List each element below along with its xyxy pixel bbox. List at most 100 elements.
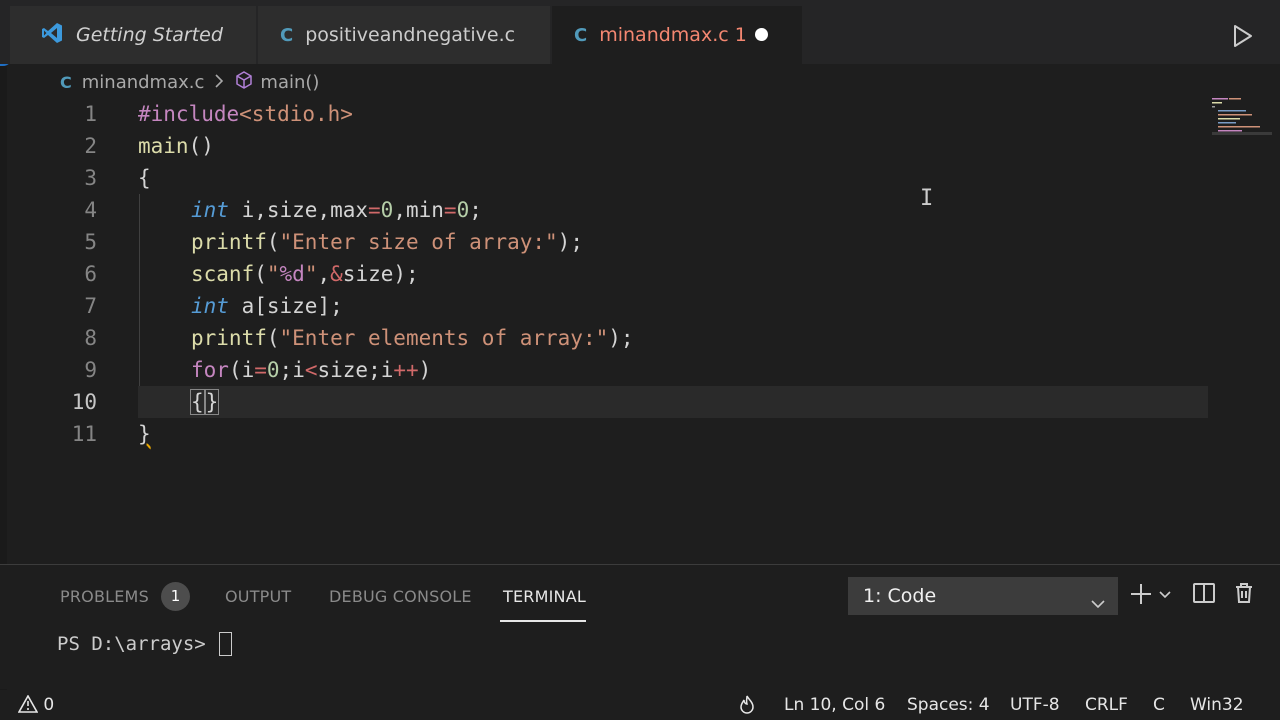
warnings-count: 0 [43, 695, 55, 715]
code-line[interactable]: 4 int i,size,max=0,min=0; [0, 194, 1210, 226]
token: ) [418, 358, 432, 382]
terminal-select[interactable]: 1: Code [848, 577, 1118, 615]
terminal-cursor [219, 632, 232, 656]
breadcrumb: C minandmax.c main() [60, 68, 319, 96]
c-file-icon: C [60, 72, 72, 92]
token: { [138, 166, 151, 190]
token: %d [279, 262, 305, 286]
chevron-down-icon [1090, 587, 1106, 625]
tab-terminal[interactable]: TERMINAL [503, 587, 586, 606]
token: <stdio.h> [239, 102, 353, 126]
code-line[interactable]: 8 printf("Enter elements of array:"); [0, 322, 1210, 354]
token: { [190, 389, 205, 415]
play-icon [1234, 25, 1252, 47]
bottom-panel: PROBLEMS 1 OUTPUT DEBUG CONSOLE TERMINAL… [0, 564, 1280, 689]
token: & [330, 262, 343, 286]
warning-icon [17, 694, 39, 713]
active-tab-underline [500, 620, 586, 622]
tab-label: Getting Started [76, 24, 223, 46]
split-icon [1193, 583, 1215, 603]
token: size); [342, 262, 419, 286]
tab-getting-started[interactable]: Getting Started [10, 6, 256, 64]
vscode-logo-icon [40, 21, 64, 50]
code-line[interactable]: 9 for(i=0;i<size;i++) [0, 354, 1210, 386]
token: 0 [266, 358, 280, 382]
line-number: 5 [84, 230, 97, 254]
token: 0 [380, 198, 394, 222]
indentation[interactable]: Spaces: 4 [907, 695, 990, 715]
chevron-down-icon [1159, 591, 1171, 599]
token: (i [228, 358, 255, 382]
line-number: 7 [84, 294, 97, 318]
line-code: for(i=0;i<size;i++) [191, 354, 431, 386]
line-number: 1 [84, 102, 97, 126]
token: " [304, 262, 318, 286]
platform-config[interactable]: Win32 [1190, 695, 1244, 715]
token: a[size]; [228, 294, 343, 318]
token: for [191, 358, 229, 382]
language-mode[interactable]: C [1153, 695, 1165, 715]
breadcrumb-symbol[interactable]: main() [260, 72, 319, 93]
token: ( [266, 230, 280, 254]
split-terminal-button[interactable] [1192, 581, 1216, 609]
token: ); [608, 326, 634, 350]
flame-icon[interactable] [738, 695, 756, 720]
code-line-active[interactable]: 10 {} [0, 386, 1210, 418]
tab-minandmax[interactable]: C minandmax.c 1 [552, 6, 802, 64]
tab-label: positiveandnegative.c [305, 24, 516, 46]
status-bar: 0 Ln 10, Col 6 Spaces: 4 UTF-8 CRLF C Wi… [0, 690, 1280, 720]
code-line[interactable]: 5 printf("Enter size of array:"); [0, 226, 1210, 258]
line-code: printf("Enter elements of array:"); [191, 322, 634, 354]
token: ( [266, 326, 280, 350]
line-code: int a[size]; [191, 290, 343, 322]
symbol-method-icon [234, 70, 254, 95]
tab-positiveandnegative[interactable]: C positiveandnegative.c [258, 6, 550, 64]
token: = [254, 358, 267, 382]
mouse-ibeam-cursor-icon: I [920, 186, 934, 211]
line-code: #include<stdio.h> [138, 98, 353, 130]
encoding[interactable]: UTF-8 [1010, 695, 1060, 715]
minimap[interactable] [1212, 96, 1272, 136]
c-file-icon: C [280, 24, 294, 46]
code-line[interactable]: 2 main() [0, 130, 1210, 162]
token: () [188, 134, 214, 158]
terminal-select-value: 1: Code [863, 585, 937, 607]
line-number: 3 [84, 166, 97, 190]
tab-problems[interactable]: PROBLEMS [60, 587, 149, 606]
code-line[interactable]: 7 int a[size]; [0, 290, 1210, 322]
code-line[interactable]: 11 } [0, 418, 1210, 450]
line-code: {} [190, 386, 220, 418]
code-line[interactable]: 1 #include<stdio.h> [0, 98, 1210, 130]
token: #include [138, 102, 240, 126]
terminal-prompt[interactable]: PS D:\arrays> [57, 633, 217, 655]
new-terminal-button[interactable] [1128, 581, 1154, 611]
code-line[interactable]: 3 { [0, 162, 1210, 194]
token: "Enter elements of array:" [279, 326, 609, 350]
token: int [191, 198, 229, 222]
breadcrumb-file[interactable]: minandmax.c [82, 72, 205, 93]
token: size;i [317, 358, 394, 382]
tab-output[interactable]: OUTPUT [225, 587, 291, 606]
unsaved-dot-icon[interactable] [755, 28, 768, 41]
plus-icon [1131, 584, 1151, 604]
cursor-position[interactable]: Ln 10, Col 6 [784, 695, 885, 715]
code-editor[interactable]: 1 #include<stdio.h> 2 main() 3 { 4 int i… [0, 98, 1210, 558]
line-number: 9 [84, 358, 97, 382]
token: 0 [456, 198, 470, 222]
warnings-indicator[interactable]: 0 [17, 694, 55, 715]
token: ++ [393, 358, 419, 382]
line-number: 4 [84, 198, 97, 222]
line-number: 6 [84, 262, 97, 286]
line-code: scanf("%d",&size); [191, 258, 419, 290]
line-number: 11 [71, 422, 97, 446]
launch-profile-button[interactable] [1158, 587, 1172, 606]
tab-debug-console[interactable]: DEBUG CONSOLE [329, 587, 472, 606]
run-button[interactable] [1228, 22, 1256, 50]
token: main [138, 134, 189, 158]
line-endings[interactable]: CRLF [1085, 695, 1128, 715]
line-number: 10 [71, 390, 97, 414]
code-line[interactable]: 6 scanf("%d",&size); [0, 258, 1210, 290]
kill-terminal-button[interactable] [1232, 581, 1256, 609]
line-code: { [138, 162, 151, 194]
token: printf [191, 326, 267, 350]
